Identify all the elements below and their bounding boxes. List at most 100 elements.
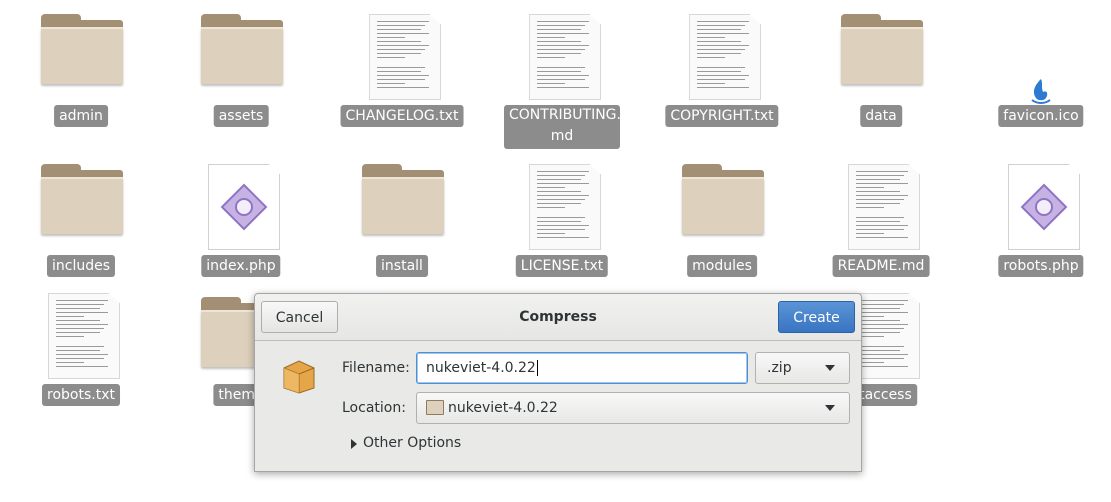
extension-dropdown[interactable]: .zip (755, 352, 850, 384)
text-line (697, 45, 749, 46)
file-label: CONTRIBUTING. md (504, 105, 621, 149)
text-line (537, 45, 589, 46)
text-cursor (536, 360, 538, 376)
text-line (697, 57, 725, 58)
text-line (56, 320, 100, 321)
text-line (377, 53, 421, 54)
text-line (856, 217, 904, 218)
text-line (537, 191, 581, 192)
text-line (377, 45, 429, 46)
text-line (856, 354, 908, 355)
text-line (377, 41, 421, 42)
text-line (856, 332, 900, 333)
text-line (377, 25, 425, 26)
location-dropdown[interactable]: nukeviet-4.0.22 (416, 392, 850, 424)
folder-icon (176, 14, 306, 104)
text-line (856, 187, 884, 188)
file-label: favicon.ico (998, 105, 1084, 127)
text-line (856, 183, 908, 184)
text-line (537, 49, 585, 50)
text-file-icon (497, 14, 627, 104)
text-line (56, 304, 104, 305)
text-line (856, 195, 908, 196)
file-label: robots.txt (42, 384, 120, 406)
text-line (537, 87, 589, 88)
expander-arrow-icon[interactable] (351, 439, 357, 449)
text-file-icon (497, 164, 627, 254)
text-line (377, 21, 429, 22)
extension-value: .zip (767, 360, 792, 376)
text-line (697, 37, 725, 38)
text-line (856, 324, 908, 325)
text-line (56, 350, 100, 351)
location-value: nukeviet-4.0.22 (448, 400, 558, 416)
php-file-icon (176, 164, 306, 254)
text-line (697, 25, 745, 26)
text-line (537, 57, 565, 58)
text-line (697, 79, 745, 80)
text-line (537, 203, 581, 204)
text-line (856, 207, 884, 208)
text-line (856, 199, 904, 200)
text-line (377, 87, 429, 88)
text-line (537, 29, 581, 30)
text-line (56, 332, 100, 333)
text-line (537, 217, 585, 218)
text-file-icon (816, 164, 946, 254)
folder-icon (16, 14, 146, 104)
folder-icon (426, 400, 444, 415)
text-line (537, 229, 585, 230)
create-button[interactable]: Create (778, 301, 855, 333)
file-label: admin (54, 105, 108, 127)
text-line (856, 328, 904, 329)
text-line (697, 53, 741, 54)
text-line (377, 57, 405, 58)
text-line (537, 179, 581, 180)
text-line (856, 221, 900, 222)
text-line (856, 203, 900, 204)
filename-input[interactable]: nukeviet-4.0.22 (416, 352, 748, 384)
text-line (377, 37, 405, 38)
text-line (856, 358, 904, 359)
chevron-down-icon (825, 365, 835, 371)
text-line (537, 237, 589, 238)
file-label: index.php (201, 255, 281, 277)
text-line (537, 21, 589, 22)
dialog-title: Compress (519, 309, 597, 325)
other-options-expander[interactable]: Other Options (363, 435, 461, 451)
text-line (697, 67, 745, 68)
text-line (856, 308, 900, 309)
text-line (537, 41, 581, 42)
file-label: LICENSE.txt (515, 255, 609, 277)
text-line (856, 171, 908, 172)
text-file-icon (16, 293, 146, 383)
file-label: modules (687, 255, 757, 277)
text-line (377, 79, 425, 80)
text-line (856, 320, 900, 321)
location-label: Location: (342, 400, 406, 416)
cancel-button[interactable]: Cancel (261, 301, 338, 333)
text-line (697, 83, 725, 84)
text-line (56, 312, 108, 313)
text-line (56, 316, 84, 317)
favicon-image-icon (976, 14, 1106, 104)
text-line (697, 33, 749, 34)
text-line (856, 304, 904, 305)
text-line (537, 207, 565, 208)
text-line (856, 300, 908, 301)
text-line (856, 179, 900, 180)
folder-icon (657, 164, 787, 254)
text-line (56, 362, 84, 363)
text-line (56, 366, 108, 367)
file-label: install (376, 255, 428, 277)
text-line (537, 83, 565, 84)
text-line (856, 225, 908, 226)
package-icon (283, 360, 315, 394)
text-line (537, 171, 589, 172)
text-line (537, 33, 589, 34)
file-label: data (860, 105, 902, 127)
text-line (537, 79, 585, 80)
folder-icon (816, 14, 946, 104)
text-line (377, 83, 405, 84)
text-line (856, 229, 904, 230)
